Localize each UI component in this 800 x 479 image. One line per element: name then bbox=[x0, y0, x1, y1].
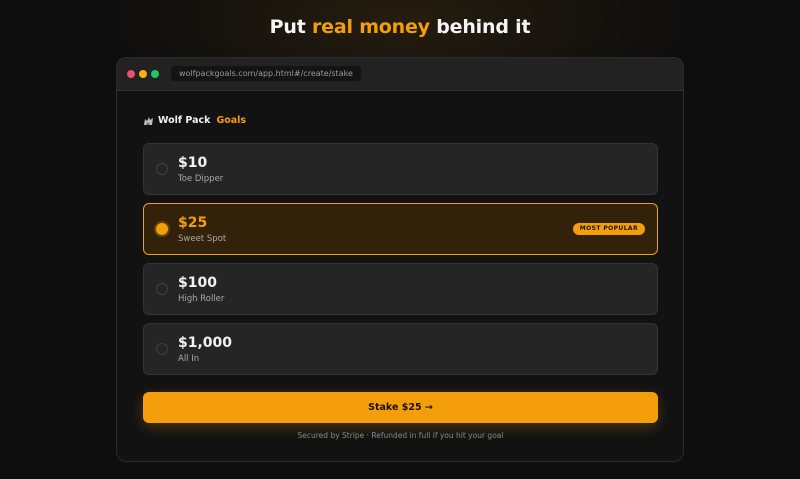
close-window-dot[interactable] bbox=[127, 70, 135, 78]
radio-button[interactable] bbox=[156, 163, 168, 175]
most-popular-badge: MOST POPULAR bbox=[572, 223, 645, 235]
stake-options: $10 Toe Dipper $25 Sweet Spot MOST POPUL… bbox=[143, 143, 658, 383]
headline-prefix: Put bbox=[269, 16, 312, 38]
browser-titlebar: wolfpackgoals.com/app.html#/create/stake bbox=[117, 58, 683, 91]
wolf-icon bbox=[144, 116, 153, 125]
radio-button-selected[interactable] bbox=[156, 223, 168, 235]
stake-amount: $25 bbox=[178, 215, 208, 231]
headline-accent: real money bbox=[312, 16, 430, 38]
stake-label: Toe Dipper bbox=[178, 174, 224, 184]
stake-option-25[interactable]: $25 Sweet Spot MOST POPULAR bbox=[143, 203, 658, 255]
stake-option-100[interactable]: $100 High Roller bbox=[143, 263, 658, 315]
headline-suffix: behind it bbox=[429, 16, 531, 38]
stake-option-1000[interactable]: $1,000 All In bbox=[143, 323, 658, 375]
address-bar[interactable]: wolfpackgoals.com/app.html#/create/stake bbox=[171, 66, 361, 81]
stake-label: High Roller bbox=[178, 294, 225, 304]
security-footnote: Secured by Stripe · Refunded in full if … bbox=[297, 431, 504, 440]
stake-amount: $100 bbox=[178, 275, 217, 291]
maximize-window-dot[interactable] bbox=[151, 70, 159, 78]
brand-logo: Wolf Pack Goals bbox=[143, 115, 246, 126]
stake-amount: $1,000 bbox=[178, 335, 233, 351]
stake-label: All In bbox=[178, 354, 200, 364]
minimize-window-dot[interactable] bbox=[139, 70, 147, 78]
browser-window: wolfpackgoals.com/app.html#/create/stake… bbox=[116, 57, 684, 462]
stake-button[interactable]: Stake $25 → bbox=[143, 392, 658, 423]
radio-button[interactable] bbox=[156, 283, 168, 295]
page-headline: Put real money behind it bbox=[0, 16, 800, 38]
brand-name: Wolf Pack bbox=[158, 115, 211, 126]
radio-button[interactable] bbox=[156, 343, 168, 355]
stake-option-10[interactable]: $10 Toe Dipper bbox=[143, 143, 658, 195]
brand-accent: Goals bbox=[216, 115, 247, 126]
stake-amount: $10 bbox=[178, 155, 208, 171]
stake-label: Sweet Spot bbox=[178, 234, 227, 244]
